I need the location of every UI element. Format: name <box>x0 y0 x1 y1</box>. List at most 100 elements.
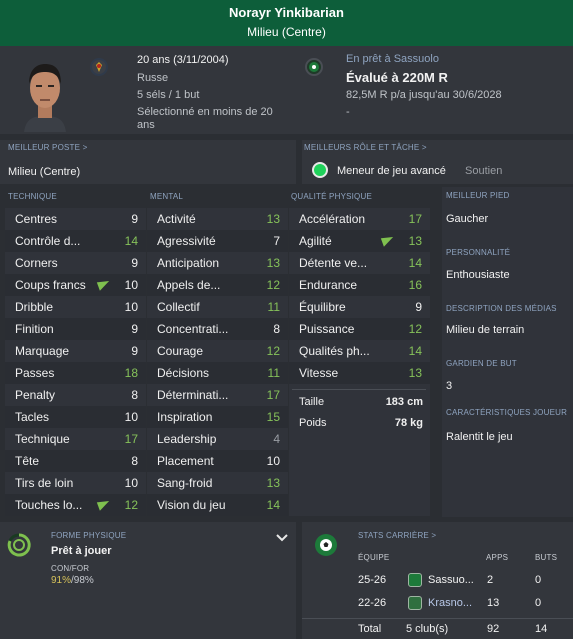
attribute-value: 11 <box>267 300 280 314</box>
weight-value: 78 kg <box>394 417 423 429</box>
attribute-name: Puissance <box>299 322 355 336</box>
physical-header: QUALITÉ PHYSIQUE <box>291 192 372 201</box>
attribute-row[interactable]: Tirs de loin 10 <box>5 472 146 494</box>
attribute-row[interactable]: Puissance 12 <box>289 318 430 340</box>
attribute-row[interactable]: Technique 17 <box>5 428 146 450</box>
divider <box>292 389 426 390</box>
attribute-name: Qualités ph... <box>299 344 370 358</box>
attribute-row[interactable]: Vision du jeu 14 <box>147 494 288 516</box>
career-season: 25-26 <box>358 574 387 586</box>
attribute-row[interactable]: Qualités ph... 14 <box>289 340 430 362</box>
attribute-row[interactable]: Appels de... 12 <box>147 274 288 296</box>
attribute-row[interactable]: Penalty 8 <box>5 384 146 406</box>
divider <box>302 618 573 619</box>
attribute-name: Activité <box>157 212 196 226</box>
loan-status-link[interactable]: En prêt à Sassuolo <box>346 53 439 65</box>
attribute-row[interactable]: Marquage 9 <box>5 340 146 362</box>
attribute-row[interactable]: Endurance 16 <box>289 274 430 296</box>
gk-label: GARDIEN DE BUT <box>446 359 517 368</box>
attribute-name: Dribble <box>15 300 54 314</box>
trend-up-arrow-icon <box>380 234 396 247</box>
attribute-value: 14 <box>408 344 422 358</box>
attribute-name: Contrôle d... <box>15 234 81 248</box>
attribute-row[interactable]: Tacles 10 <box>5 406 146 428</box>
attribute-row[interactable]: Activité 13 <box>147 208 288 230</box>
attribute-row[interactable]: Décisions 11 <box>147 362 288 384</box>
mental-header: MENTAL <box>150 192 184 201</box>
col-goals: BUTS <box>535 553 558 562</box>
best-role-panel[interactable]: MEILLEURS RÔLE ET TÂCHE > Meneur de jeu … <box>302 140 573 184</box>
attribute-row[interactable]: Dribble 10 <box>5 296 146 318</box>
attribute-row[interactable]: Passes 18 <box>5 362 146 384</box>
career-club[interactable]: Sassuo... <box>428 574 474 586</box>
attribute-row[interactable]: Agilité 13 <box>289 230 430 252</box>
attribute-value: 10 <box>266 454 280 468</box>
attribute-name: Agressivité <box>157 234 216 248</box>
fitness-label: FORME PHYSIQUE <box>51 531 127 540</box>
attribute-row[interactable]: Courage 12 <box>147 340 288 362</box>
attribute-row[interactable]: Centres 9 <box>5 208 146 230</box>
career-stats-link[interactable]: STATS CARRIÈRE > <box>358 531 436 540</box>
attribute-row[interactable]: Sang-froid 13 <box>147 472 288 494</box>
personality-value: Enthousiaste <box>446 269 510 281</box>
attribute-row[interactable]: Placement 10 <box>147 450 288 472</box>
attribute-value: 14 <box>266 498 280 512</box>
attribute-value: 17 <box>124 432 138 446</box>
attribute-name: Leadership <box>157 432 217 446</box>
career-apps: 13 <box>487 597 500 609</box>
total-label: Total <box>358 623 382 635</box>
chevron-down-icon[interactable] <box>276 534 288 542</box>
attribute-value: 15 <box>266 410 280 424</box>
height-value: 183 cm <box>385 396 423 408</box>
player-info-panel: MEILLEUR PIED Gaucher PERSONNALITÉ Entho… <box>442 187 573 517</box>
attribute-name: Passes <box>15 366 55 380</box>
attribute-name: Centres <box>15 212 58 226</box>
attribute-row[interactable]: Concentrati... 8 <box>147 318 288 340</box>
attribute-row[interactable]: Détente ve... 14 <box>289 252 430 274</box>
attribute-value: 10 <box>124 476 138 490</box>
attribute-value: 13 <box>408 366 422 380</box>
best-position-panel[interactable]: MEILLEUR POSTE > Milieu (Centre) <box>0 140 296 184</box>
media-value: Milieu de terrain <box>446 324 525 336</box>
fitness-panel[interactable]: FORME PHYSIQUE Prêt à jouer CON/FOR 91%/… <box>0 522 296 639</box>
player-header: Norayr Yinkibarian Milieu (Centre) <box>0 0 573 46</box>
career-club[interactable]: Krasno... <box>428 597 472 609</box>
personality-label: PERSONNALITÉ <box>446 248 511 257</box>
attribute-row[interactable]: Équilibre 9 <box>289 296 430 318</box>
attribute-name: Concentrati... <box>157 322 229 336</box>
technique-header: TECHNIQUE <box>8 192 57 201</box>
attribute-value: 9 <box>131 322 138 336</box>
nationality-text: Russe <box>137 72 169 84</box>
attribute-row[interactable]: Leadership 4 <box>147 428 288 450</box>
best-role-name: Meneur de jeu avancé <box>337 165 446 177</box>
club-badge-icon[interactable] <box>305 58 323 76</box>
attribute-value: 11 <box>267 366 280 380</box>
best-role-duty: Soutien <box>465 165 503 177</box>
attribute-row[interactable]: Agressivité 7 <box>147 230 288 252</box>
best-position-label[interactable]: MEILLEUR POSTE > <box>8 143 87 152</box>
career-goals: 0 <box>535 574 542 586</box>
attribute-row[interactable]: Corners 9 <box>5 252 146 274</box>
attribute-value: 16 <box>408 278 422 292</box>
attribute-name: Sang-froid <box>157 476 213 490</box>
attribute-row[interactable]: Accélération 17 <box>289 208 430 230</box>
attribute-row[interactable]: Touches lo... 12 <box>5 494 146 516</box>
attribute-row[interactable]: Déterminati... 17 <box>147 384 288 406</box>
attribute-row[interactable]: Inspiration 15 <box>147 406 288 428</box>
club-badge-icon <box>408 573 422 587</box>
attribute-name: Finition <box>15 322 54 336</box>
attribute-row[interactable]: Anticipation 13 <box>147 252 288 274</box>
attribute-row[interactable]: Finition 9 <box>5 318 146 340</box>
attribute-row[interactable]: Collectif 11 <box>147 296 288 318</box>
attribute-row[interactable]: Contrôle d... 14 <box>5 230 146 252</box>
role-status-icon <box>312 162 328 178</box>
attribute-row[interactable]: Coups francs 10 <box>5 274 146 296</box>
attribute-name: Équilibre <box>299 300 346 314</box>
attribute-row[interactable]: Vitesse 13 <box>289 362 430 384</box>
player-name: Norayr Yinkibarian <box>229 5 344 20</box>
best-role-label[interactable]: MEILLEURS RÔLE ET TÂCHE > <box>304 143 427 152</box>
attribute-name: Anticipation <box>157 256 220 270</box>
soccer-ball-icon <box>315 534 337 556</box>
attribute-value: 8 <box>131 454 138 468</box>
attribute-row[interactable]: Tête 8 <box>5 450 146 472</box>
